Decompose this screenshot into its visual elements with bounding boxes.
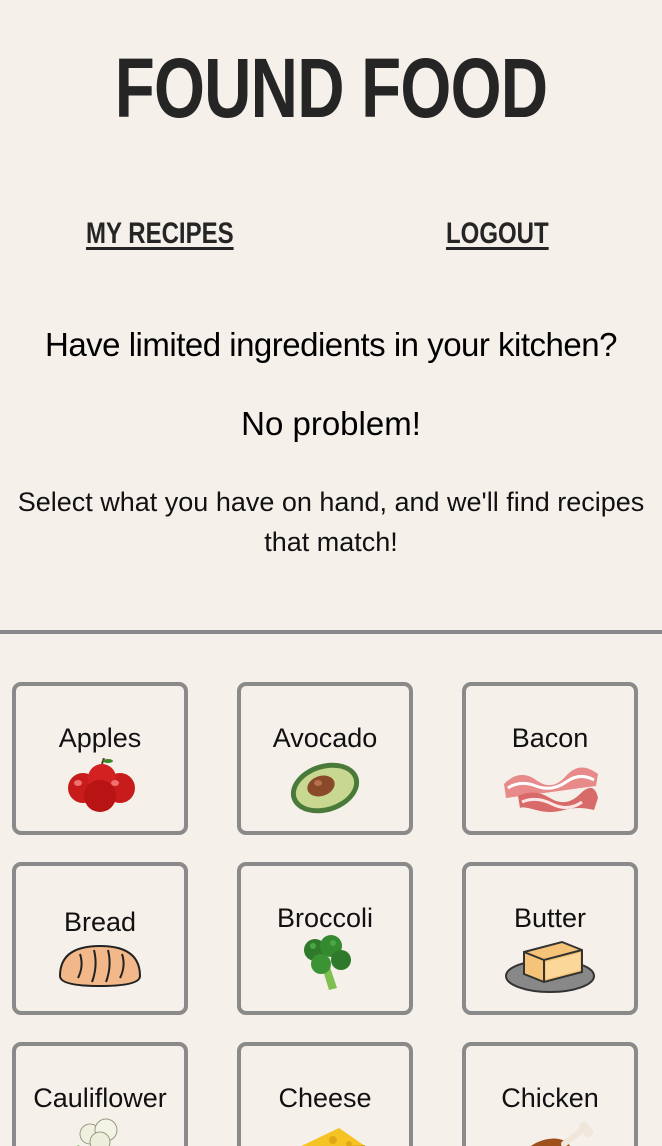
bacon-icon [500,758,600,818]
ingredient-tile-broccoli[interactable]: Broccoli [237,862,413,1015]
apples-icon [50,758,150,818]
brand-title: FOUND FOOD [114,41,548,135]
ingredient-tile-cauliflower[interactable]: Cauliflower [12,1042,188,1146]
ingredient-tile-chicken[interactable]: Chicken [462,1042,638,1146]
ingredient-tile-avocado[interactable]: Avocado [237,682,413,835]
ingredient-label: Bacon [511,723,589,753]
avocado-icon [275,758,375,818]
section-divider [0,630,662,634]
chicken-icon [500,1118,600,1146]
ingredient-label: Butter [513,903,587,933]
ingredient-label: Chicken [501,1083,599,1113]
ingredient-tile-bread[interactable]: Bread [12,862,188,1015]
intro-description: Select what you have on hand, and we'll … [17,487,645,557]
ingredient-tile-bacon[interactable]: Bacon [462,682,638,835]
ingredient-label: Cauliflower [33,1083,167,1113]
page: FOUND FOOD MY RECIPES LOGOUT Have limite… [0,0,662,1146]
cauliflower-icon [50,1116,150,1146]
ingredient-tile-apples[interactable]: Apples [12,682,188,835]
ingredient-label: Cheese [278,1083,372,1113]
broccoli-icon [275,934,375,994]
ingredient-tile-butter[interactable]: Butter [462,862,638,1015]
ingredient-tile-cheese[interactable]: Cheese [237,1042,413,1146]
nav-my-recipes-link[interactable]: MY RECIPES [86,214,234,254]
butter-icon [500,936,600,996]
nav-logout-link[interactable]: LOGOUT [446,214,549,254]
ingredient-label: Broccoli [276,903,374,933]
intro-headline: Have limited ingredients in your kitchen… [45,326,617,363]
ingredient-label: Avocado [272,723,378,753]
intro-subheadline: No problem! [241,405,421,442]
ingredient-label: Apples [58,723,142,753]
ingredient-label: Bread [63,907,137,937]
cheese-icon [275,1118,375,1146]
bread-icon [50,938,150,998]
